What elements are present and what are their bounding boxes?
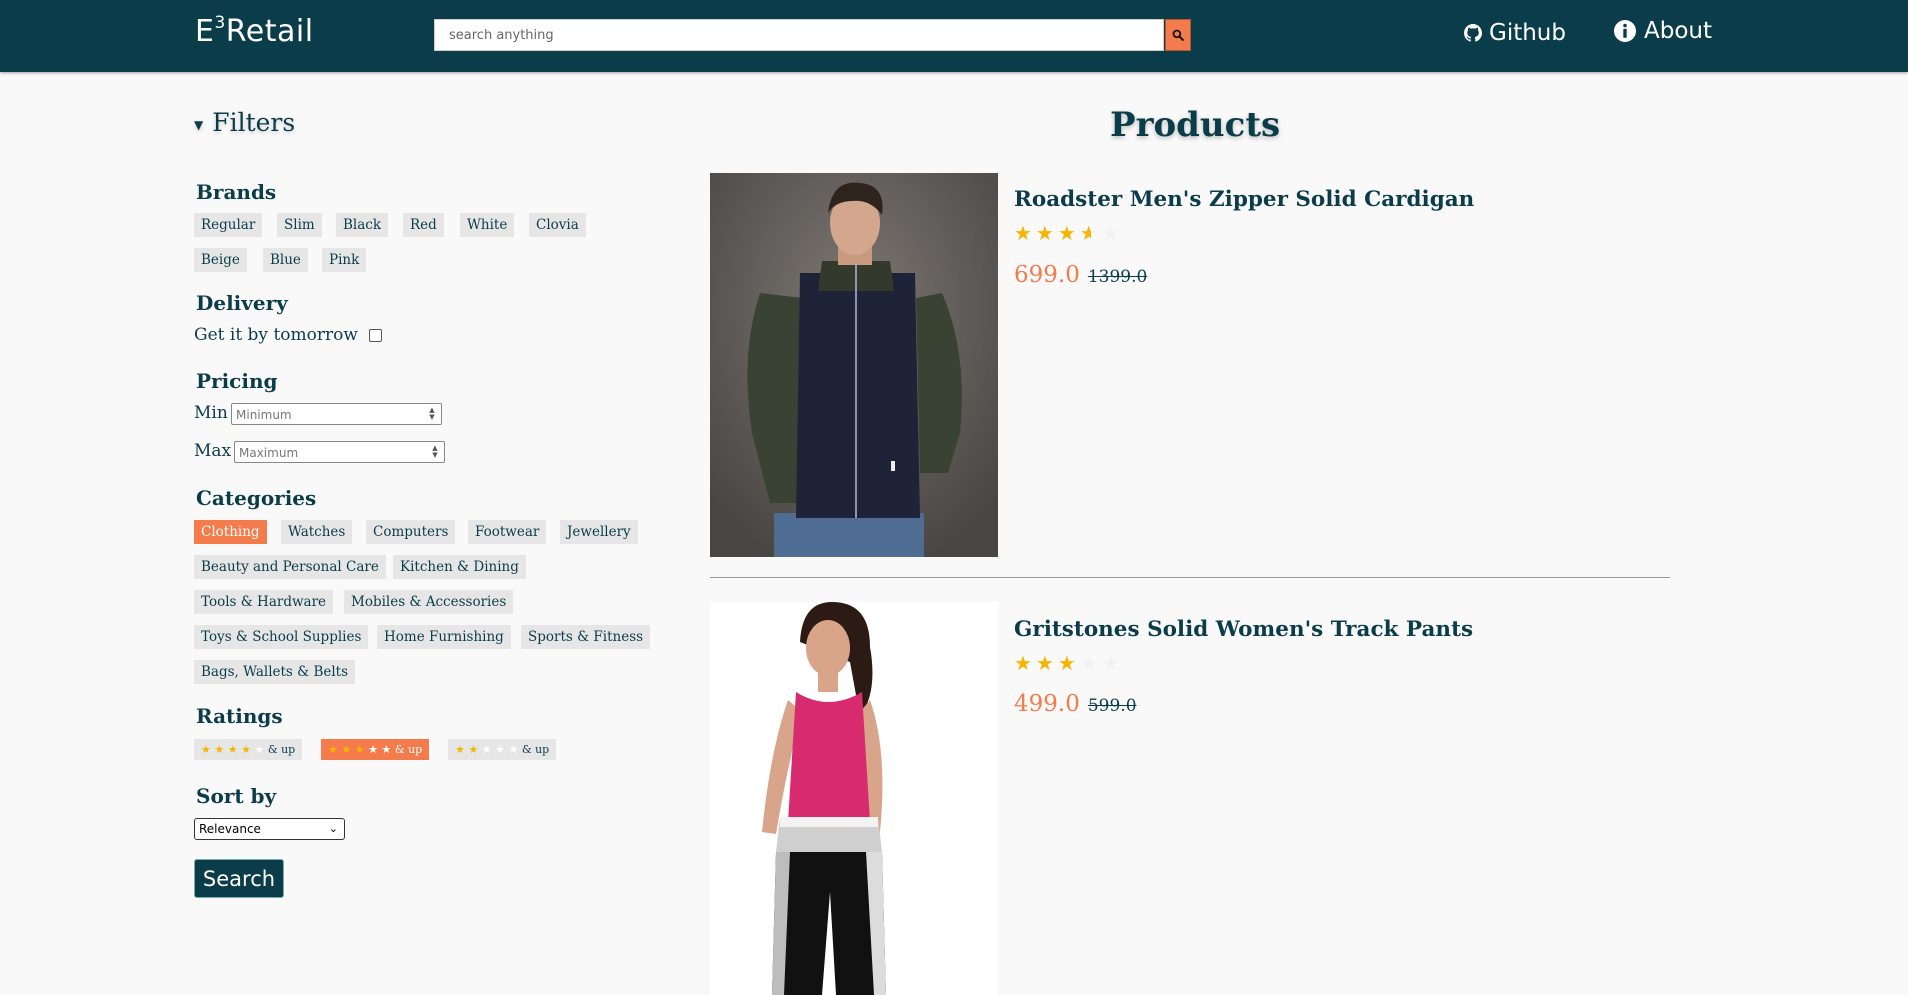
product-photo-cardigan [710,173,998,557]
min-stepper[interactable]: ▲ ▼ [426,407,438,421]
search-icon [1172,29,1184,41]
star-icon: ★ ★ ★ ★ ★ [201,743,265,756]
filters-label: Filters [212,108,296,137]
search-box [434,19,1164,51]
brand-chip-black[interactable]: Black [336,213,389,237]
product-image[interactable] [710,173,998,557]
sort-value: Relevance [199,822,261,836]
delivery-label: Get it by tomorrow [194,325,358,345]
rating-filter-label: & up [267,743,296,756]
product-photo-trackpants [710,602,998,995]
product-rating: ★★★★★ [1014,651,1124,675]
brand-chip-red[interactable]: Red [403,213,444,237]
star-icon: ★★ [1079,651,1124,675]
filters-toggle[interactable]: ▼ Filters [194,108,295,137]
search-button[interactable] [1165,19,1191,51]
delivery-heading: Delivery [196,291,288,315]
brand-chip-clovia[interactable]: Clovia [529,213,586,237]
github-link[interactable]: Github [1464,20,1566,46]
category-chip-tools[interactable]: Tools & Hardware [194,590,334,614]
half-star-icon: ★ [1079,221,1102,245]
brand-chip-slim[interactable]: Slim [277,213,322,237]
star-icon: ★★★ [1014,221,1080,245]
max-price-field: ▲▼ [234,441,445,463]
brands-heading: Brands [196,180,277,204]
category-chip-computers[interactable]: Computers [366,520,456,544]
original-price: 1399.0 [1087,267,1148,287]
product-divider [710,577,1670,578]
logo-superscript: 3 [214,13,226,33]
category-chip-mobiles[interactable]: Mobiles & Accessories [344,590,514,614]
logo-letter: E [195,14,215,49]
product-image[interactable] [710,602,998,995]
brand-chip-pink[interactable]: Pink [322,248,367,272]
github-icon [1464,24,1482,42]
star-icon: ★ ★ ★ ★ ★ [328,743,392,756]
category-chip-clothing[interactable]: Clothing [194,520,267,544]
max-label: Max [194,441,232,461]
brand-chip-beige[interactable]: Beige [194,248,247,272]
max-price-input[interactable] [235,443,426,463]
star-icon: ★★★ [1014,651,1080,675]
rating-filter-3[interactable]: ★ ★ ★ ★ ★ & up [321,739,430,760]
chevron-down-icon: ⌄ [328,822,338,835]
max-stepper[interactable]: ▲ ▼ [429,445,441,459]
about-label: About [1644,18,1713,44]
category-chip-toys[interactable]: Toys & School Supplies [194,625,369,649]
filter-search-button[interactable]: Search [194,859,284,898]
product-price: 699.0 1399.0 [1014,262,1147,288]
sale-price: 699.0 [1014,262,1080,288]
category-chip-kitchen[interactable]: Kitchen & Dining [393,555,526,579]
rating-filter-4[interactable]: ★ ★ ★ ★ ★ & up [194,739,303,760]
category-chip-footwear[interactable]: Footwear [468,520,547,544]
star-icon: ★ [1101,221,1124,245]
brand-chip-white[interactable]: White [460,213,515,237]
sort-select[interactable]: Relevance ⌄ [194,818,345,840]
min-price-input[interactable] [232,405,423,425]
github-label: Github [1489,20,1566,46]
chevron-down-icon: ▼ [194,117,204,132]
sort-heading: Sort by [196,784,277,808]
star-icon: ★ ★ ★ ★ ★ [455,743,519,756]
category-chip-sports[interactable]: Sports & Fitness [521,625,651,649]
original-price: 599.0 [1087,696,1137,716]
pricing-heading: Pricing [196,369,278,393]
top-navbar: E3Retail Github About [0,0,1908,72]
category-chip-watches[interactable]: Watches [281,520,353,544]
product-price: 499.0 599.0 [1014,691,1137,717]
category-chip-bags[interactable]: Bags, Wallets & Belts [194,660,356,684]
sale-price: 499.0 [1014,691,1080,717]
search-input[interactable] [435,20,1163,50]
product-title[interactable]: Gritstones Solid Women's Track Pants [1014,617,1473,642]
categories-heading: Categories [196,486,317,510]
min-label: Min [194,403,228,423]
rating-filter-label: & up [394,743,423,756]
about-link[interactable]: About [1613,18,1712,44]
brand-chip-regular[interactable]: Regular [194,213,263,237]
info-icon [1614,20,1636,42]
site-logo[interactable]: E3Retail [195,13,314,49]
min-price-field: ▲▼ [231,403,442,425]
page-title: Products [1110,105,1281,145]
logo-text: Retail [225,14,314,49]
brand-chip-blue[interactable]: Blue [263,248,308,272]
delivery-checkbox[interactable] [369,329,382,342]
category-chip-jewellery[interactable]: Jewellery [560,520,638,544]
product-title[interactable]: Roadster Men's Zipper Solid Cardigan [1014,187,1474,212]
product-rating: ★★★★★ [1014,221,1124,245]
rating-filter-2[interactable]: ★ ★ ★ ★ ★ & up [448,739,557,760]
ratings-heading: Ratings [196,704,283,728]
category-chip-home[interactable]: Home Furnishing [377,625,511,649]
category-chip-beauty[interactable]: Beauty and Personal Care [194,555,386,579]
rating-filter-label: & up [521,743,550,756]
